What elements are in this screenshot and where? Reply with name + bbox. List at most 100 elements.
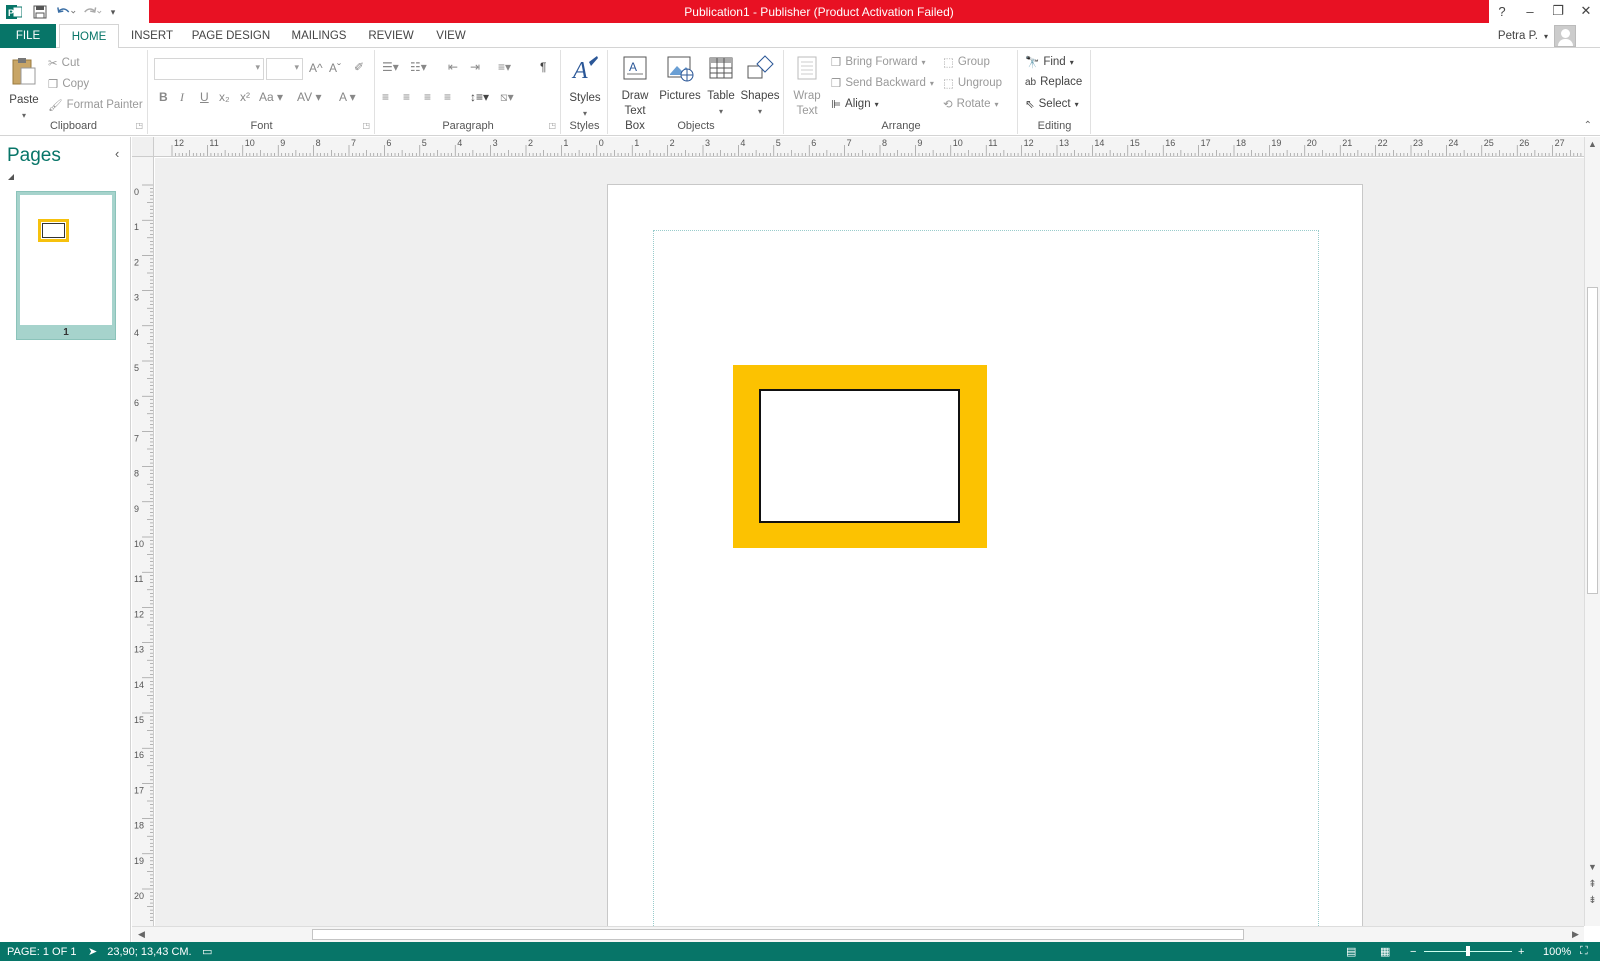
cut-button[interactable]: ✂ Cut <box>48 56 80 70</box>
help-icon[interactable]: ? <box>1488 0 1516 22</box>
dialog-launcher-icon[interactable]: ◳ <box>362 121 370 130</box>
font-color-button[interactable]: A ▾ <box>339 90 356 104</box>
page-indicator[interactable]: PAGE: 1 OF 1 <box>7 942 77 961</box>
collapse-ribbon-icon[interactable]: ⌃ <box>1584 120 1592 131</box>
scroll-right-icon[interactable]: ▶ <box>1568 929 1583 940</box>
scroll-up-icon[interactable]: ▲ <box>1585 139 1600 149</box>
ruler-label: 12 <box>134 609 144 619</box>
horizontal-scrollbar[interactable]: ◀ ▶ <box>132 926 1584 942</box>
align-center-icon[interactable]: ≡ <box>403 90 410 104</box>
zoom-slider-thumb[interactable] <box>1466 946 1470 956</box>
shading-icon[interactable]: ⧅▾ <box>500 90 514 105</box>
document-canvas[interactable] <box>155 158 1584 926</box>
zoom-level[interactable]: 100% <box>1543 942 1571 961</box>
wrap-text-button[interactable]: Wrap Text <box>789 54 825 119</box>
copy-button[interactable]: ❐ Copy <box>48 77 89 91</box>
line-spacing-icon[interactable]: ↕≡▾ <box>470 90 489 104</box>
italic-button[interactable]: I <box>180 90 184 105</box>
subscript-button[interactable]: x₂ <box>219 90 230 104</box>
group-button[interactable]: ⬚ Group <box>943 55 990 69</box>
tab-home[interactable]: HOME <box>59 24 119 49</box>
macro-recording-icon[interactable]: ▭ <box>202 942 212 961</box>
shapes-button[interactable]: Shapes ▾ <box>740 54 780 119</box>
undo-icon[interactable] <box>56 2 76 22</box>
increase-indent-icon[interactable]: ⇥ <box>470 60 480 74</box>
format-painter-button[interactable]: 🖌 Format Painter <box>48 98 143 112</box>
horizontal-ruler[interactable]: 12 11 10 9 8 7 6 5 4 3 2 1 0 1 2 3 4 5 6 7 8 9 10 11 12 13 14 15 16 1… <box>154 137 1584 157</box>
collapse-pane-icon[interactable]: ‹ <box>115 146 119 161</box>
pointer-icon: ⇖ <box>1025 99 1035 111</box>
select-button[interactable]: ⇖ Select ▾ <box>1025 97 1079 111</box>
zoom-in-icon[interactable]: + <box>1518 942 1524 961</box>
tab-page-design[interactable]: PAGE DESIGN <box>188 24 274 48</box>
tab-mailings[interactable]: MAILINGS <box>283 24 355 48</box>
font-name-combo[interactable] <box>154 58 264 80</box>
white-rectangle-shape[interactable] <box>759 389 960 523</box>
single-page-view-icon[interactable]: ▤ <box>1346 942 1356 961</box>
dialog-launcher-icon[interactable]: ◳ <box>135 121 143 130</box>
vertical-scroll-thumb[interactable] <box>1587 287 1598 594</box>
rotate-button[interactable]: ⟲ Rotate ▾ <box>943 97 999 111</box>
minimize-icon[interactable]: – <box>1516 0 1544 22</box>
ruler-label: 17 <box>134 785 144 795</box>
styles-button[interactable]: A Styles ▾ <box>566 54 604 121</box>
user-account[interactable]: Petra P. ▾ <box>1498 24 1576 48</box>
align-button[interactable]: ⊫ Align ▾ <box>831 97 879 111</box>
bold-button[interactable]: B <box>159 90 168 104</box>
scroll-down-icon[interactable]: ▼ <box>1585 862 1600 872</box>
styles-group: A Styles ▾ Styles <box>562 50 608 134</box>
ruler-corner[interactable] <box>132 137 154 157</box>
clear-format-icon[interactable]: ✐ <box>354 60 364 74</box>
dialog-launcher-icon[interactable]: ◳ <box>548 121 556 130</box>
publication-page[interactable] <box>607 184 1363 926</box>
tab-view[interactable]: VIEW <box>428 24 474 48</box>
ungroup-button[interactable]: ⬚ Ungroup <box>943 76 1002 90</box>
pictures-button[interactable]: Pictures <box>658 54 702 104</box>
customize-qat-icon[interactable]: ▾ <box>108 2 118 22</box>
expand-triangle-icon[interactable] <box>8 174 14 180</box>
vertical-scrollbar[interactable]: ▲ ▼ ⇞ ⇟ <box>1584 137 1600 926</box>
publisher-logo-icon[interactable]: P <box>4 2 24 22</box>
underline-button[interactable]: U <box>200 90 209 104</box>
decrease-indent-icon[interactable]: ⇤ <box>448 60 458 74</box>
scroll-left-icon[interactable]: ◀ <box>134 929 149 940</box>
font-size-combo[interactable] <box>266 58 303 80</box>
save-icon[interactable] <box>30 2 50 22</box>
zoom-out-icon[interactable]: − <box>1410 942 1416 961</box>
align-left-icon[interactable]: ≡ <box>382 90 389 104</box>
zoom-slider[interactable] <box>1424 942 1512 961</box>
replace-button[interactable]: ab Replace <box>1025 76 1082 88</box>
tab-file[interactable]: FILE <box>0 24 56 48</box>
table-button[interactable]: Table ▾ <box>702 54 740 119</box>
find-button[interactable]: 🔭 Find ▾ <box>1025 55 1074 69</box>
send-backward-button[interactable]: ❐ Send Backward ▾ <box>831 76 934 90</box>
numbering-icon[interactable]: ☷▾ <box>410 60 427 74</box>
horizontal-scroll-thumb[interactable] <box>312 929 1244 940</box>
two-page-view-icon[interactable]: ▦ <box>1380 942 1390 961</box>
yellow-frame-shape[interactable] <box>733 365 987 548</box>
tab-review[interactable]: REVIEW <box>362 24 420 48</box>
group-label-clipboard: Clipboard <box>49 120 98 132</box>
grow-font-button[interactable]: A^ <box>309 61 323 75</box>
show-formatting-button[interactable]: ¶ <box>540 60 546 74</box>
group-label-arrange: Arrange <box>881 120 921 132</box>
close-icon[interactable]: ✕ <box>1572 0 1600 22</box>
vertical-ruler[interactable]: 0 1 2 3 4 5 6 7 8 9 10 11 12 13 14 15 16 17 18 19 20 <box>132 157 154 926</box>
columns-icon[interactable]: ≡▾ <box>498 60 511 74</box>
shrink-font-button[interactable]: Aˇ <box>329 61 341 75</box>
bring-forward-button[interactable]: ❐ Bring Forward ▾ <box>831 55 926 69</box>
fit-page-icon[interactable]: ⛶ <box>1580 942 1588 961</box>
paste-button[interactable]: Paste ▾ <box>6 56 42 123</box>
change-case-button[interactable]: Aa ▾ <box>259 90 283 104</box>
justify-icon[interactable]: ≡ <box>444 90 451 104</box>
align-right-icon[interactable]: ≡ <box>424 90 431 104</box>
restore-icon[interactable]: ❐ <box>1544 0 1572 22</box>
previous-page-icon[interactable]: ⇞ <box>1585 879 1600 890</box>
character-spacing-icon[interactable]: AV ▾ <box>297 90 321 104</box>
tab-insert[interactable]: INSERT <box>123 24 181 48</box>
page-thumbnail[interactable]: 1 <box>16 191 116 340</box>
superscript-button[interactable]: x² <box>240 90 250 104</box>
next-page-icon[interactable]: ⇟ <box>1585 895 1600 906</box>
bullets-icon[interactable]: ☰▾ <box>382 60 399 74</box>
redo-icon[interactable] <box>82 2 102 22</box>
